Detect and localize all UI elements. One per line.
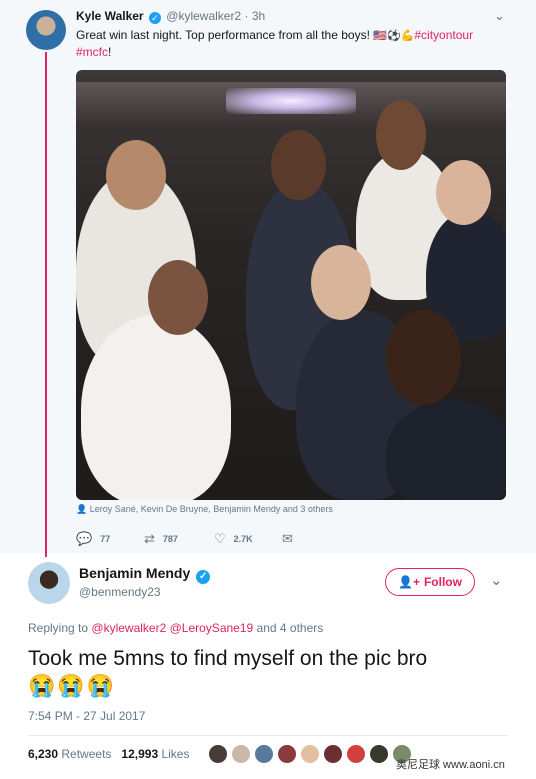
parent-tweet-header: Kyle Walker ✓ @kylewalker2 · 3h: [76, 9, 265, 24]
mention-leroysane19[interactable]: @LeroySane19: [170, 621, 254, 635]
tagged-names[interactable]: Leroy Sané, Kevin De Bruyne, Benjamin Me…: [90, 504, 333, 514]
verified-icon: ✓: [196, 570, 211, 584]
bus-ceiling-light: [226, 88, 356, 114]
replying-prefix: Replying to: [28, 621, 89, 635]
follow-label: Follow: [423, 575, 462, 589]
replying-others[interactable]: and 4 others: [257, 621, 324, 635]
retweet-count: 787: [162, 534, 178, 544]
verified-icon: ✓: [148, 12, 161, 24]
follow-person-icon: 👤+: [398, 575, 420, 589]
retweet-action[interactable]: ⇄ 787: [144, 531, 178, 547]
chevron-down-icon[interactable]: ⌄: [494, 8, 505, 24]
reply-action[interactable]: 💬 77: [76, 531, 110, 547]
like-icon: ♡: [214, 531, 226, 546]
person-icon: 👤: [76, 504, 88, 514]
player-head: [106, 140, 166, 210]
like-count: 2.7K: [233, 534, 253, 544]
liker-avatar[interactable]: [369, 744, 389, 764]
dm-icon: ✉: [282, 531, 293, 546]
player-head: [436, 160, 491, 225]
main-tweet-text: Took me 5mns to find myself on the pic b…: [28, 645, 508, 699]
tweet-timestamp[interactable]: 7:54 PM - 27 Jul 2017: [28, 709, 145, 723]
tweet-stats: 6,230 Retweets 12,993 Likes: [28, 747, 189, 761]
tagged-people[interactable]: 👤 Leroy Sané, Kevin De Bruyne, Benjamin …: [76, 504, 333, 515]
reply-count: 77: [100, 534, 111, 544]
retweets-stat[interactable]: 6,230 Retweets: [28, 747, 111, 761]
mention-kylewalker2[interactable]: @kylewalker2: [91, 621, 166, 635]
avatar-kyle-walker[interactable]: [26, 10, 66, 50]
player-head: [386, 310, 461, 405]
parent-tweet-text: Great win last night. Top performance fr…: [76, 27, 516, 60]
parent-tweet[interactable]: Kyle Walker ✓ @kylewalker2 · 3h ⌄ Great …: [0, 0, 536, 557]
thread-line: [45, 52, 47, 557]
tweet-body: Took me 5mns to find myself on the pic b…: [28, 647, 428, 670]
liker-avatars: [208, 744, 412, 764]
retweets-label: Retweets: [61, 747, 112, 761]
avatar-benjamin-mendy[interactable]: [28, 562, 70, 604]
likes-label: Likes: [161, 747, 190, 761]
player-head: [376, 100, 426, 170]
player-figure: [81, 315, 231, 500]
liker-avatar[interactable]: [208, 744, 228, 764]
crying-emojis: 😭😭😭: [28, 673, 117, 698]
liker-avatar[interactable]: [346, 744, 366, 764]
likes-stat[interactable]: 12,993 Likes: [121, 747, 189, 761]
tweet-photo[interactable]: [76, 70, 506, 500]
replying-to: Replying to @kylewalker2 @LeroySane19 an…: [28, 621, 323, 635]
player-head: [271, 130, 326, 200]
main-author-name[interactable]: Benjamin Mendy ✓: [79, 565, 212, 584]
player-head: [148, 260, 208, 335]
liker-avatar[interactable]: [277, 744, 297, 764]
liker-avatar[interactable]: [254, 744, 274, 764]
player-head: [311, 245, 371, 320]
liker-avatar[interactable]: [323, 744, 343, 764]
author-handle[interactable]: @kylewalker2: [166, 9, 241, 23]
dm-action[interactable]: ✉: [282, 531, 293, 547]
author-name[interactable]: Benjamin Mendy: [79, 565, 190, 581]
follow-button[interactable]: 👤+ Follow: [385, 568, 475, 596]
chevron-down-icon[interactable]: ⌄: [490, 571, 503, 589]
tweet-body-end: !: [108, 45, 112, 59]
emoji-group: 🇺🇸⚽💪: [373, 30, 415, 42]
hashtag-mcfc[interactable]: #mcfc: [76, 45, 108, 59]
hashtag-cityontour[interactable]: #cityontour: [414, 28, 473, 42]
reply-icon: 💬: [76, 531, 93, 546]
retweets-count: 6,230: [28, 747, 59, 761]
retweet-icon: ⇄: [144, 531, 155, 546]
main-author-handle[interactable]: @benmendy23: [79, 585, 161, 599]
tweet-body: Great win last night. Top performance fr…: [76, 28, 370, 42]
liker-avatar[interactable]: [300, 744, 320, 764]
watermark: 奥尼足球 www.aoni.cn: [396, 759, 505, 771]
tweet-time[interactable]: · 3h: [245, 9, 266, 23]
author-name[interactable]: Kyle Walker: [76, 9, 144, 23]
liker-avatar[interactable]: [231, 744, 251, 764]
divider: [28, 735, 508, 736]
likes-count: 12,993: [121, 747, 159, 761]
like-action[interactable]: ♡ 2.7K: [214, 531, 253, 547]
